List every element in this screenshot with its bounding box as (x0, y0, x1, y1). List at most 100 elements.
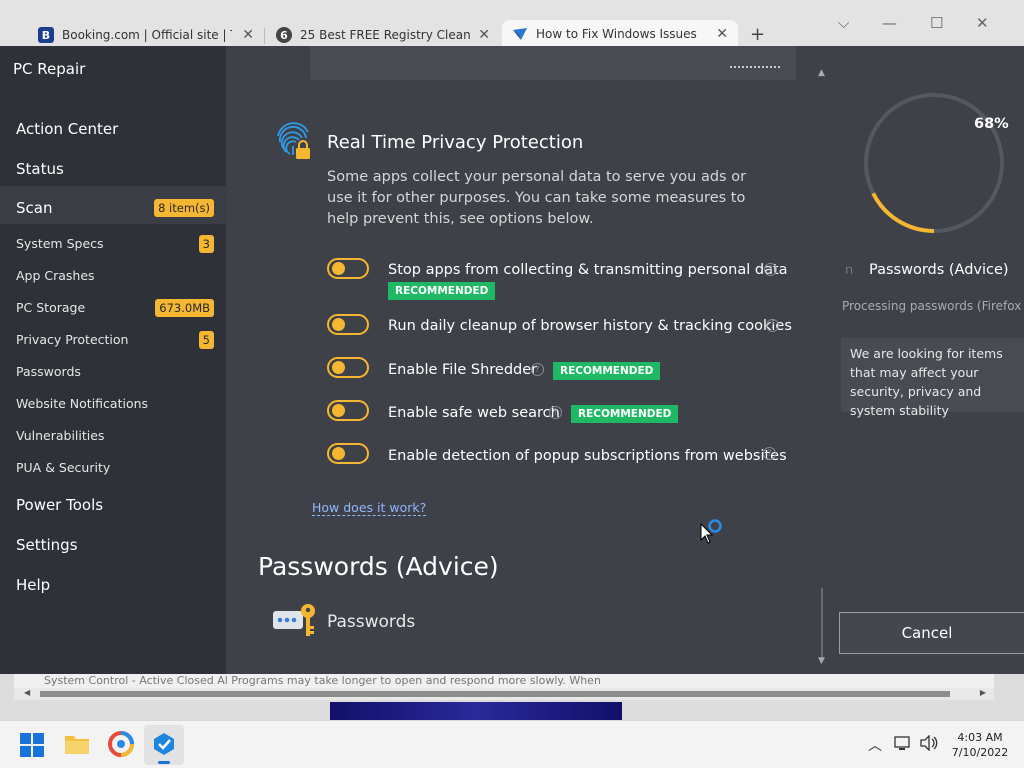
help-icon[interactable]: ? (549, 406, 562, 419)
how-does-it-work-link[interactable]: How does it work? (312, 500, 427, 516)
horizontal-scroll-thumb[interactable] (40, 691, 950, 697)
pc-repair-taskbar-button[interactable] (144, 725, 184, 765)
tab-booking[interactable]: B Booking.com | Official site | The b ✕ (30, 22, 264, 48)
content-scrollbar[interactable]: ▲ ▼ (816, 68, 828, 674)
row-ellipsis (730, 66, 780, 68)
nav-pc-storage[interactable]: PC Storage (16, 300, 85, 315)
nav-scan-row[interactable]: Scan 8 item(s) (0, 186, 226, 224)
recommended-badge: RECOMMENDED (571, 405, 679, 423)
toggle-stop-data-collection[interactable] (327, 258, 369, 279)
minimize-button[interactable]: — (882, 14, 897, 32)
pc-storage-badge: 673.0MB (155, 299, 214, 317)
page-image-fragment (330, 702, 622, 720)
maximize-button[interactable]: ☐ (930, 14, 943, 32)
site-favicon: 6 (276, 27, 292, 43)
scan-count-badge: 8 item(s) (154, 199, 214, 217)
fingerprint-lock-icon (274, 122, 314, 162)
nav-passwords[interactable]: Passwords (16, 364, 81, 379)
option-label: Enable safe web search (388, 405, 560, 421)
nav-system-specs[interactable]: System Specs (16, 236, 104, 251)
toggle-file-shredder[interactable] (327, 357, 369, 378)
nav-help[interactable]: Help (16, 576, 50, 594)
volume-icon[interactable] (920, 734, 938, 752)
progress-percent: 68% (974, 116, 1009, 132)
privacy-description: Some apps collect your personal data to … (327, 169, 747, 227)
option-label: Enable File Shredder (388, 362, 538, 378)
browser-app-icon[interactable] (108, 731, 134, 757)
recommended-badge: RECOMMENDED (553, 362, 661, 380)
clock[interactable]: 4:03 AM 7/10/2022 (950, 730, 1010, 760)
nav-power-tools[interactable]: Power Tools (16, 496, 103, 514)
pc-repair-window: PC Repair Action Center Status Scan 8 it… (0, 46, 1024, 674)
close-tab-icon[interactable]: ✕ (242, 27, 254, 43)
tab-title: 25 Best FREE Registry Cleaners fo (300, 28, 470, 42)
show-hidden-icons-chevron-icon[interactable]: ︿ (868, 735, 882, 755)
nav-action-center[interactable]: Action Center (16, 120, 118, 138)
scroll-right-arrow-icon[interactable]: ▶ (980, 688, 986, 697)
nav-pua-security[interactable]: PUA & Security (16, 460, 110, 475)
help-icon[interactable]: ? (763, 447, 776, 460)
nav-app-crashes[interactable]: App Crashes (16, 268, 95, 283)
nav-privacy-protection[interactable]: Privacy Protection (16, 332, 128, 347)
scroll-left-arrow-icon[interactable]: ◀ (24, 688, 30, 697)
sidebar: PC Repair Action Center Status Scan 8 it… (0, 46, 226, 674)
tab-fix-windows[interactable]: How to Fix Windows Issues ✕ (502, 20, 738, 48)
help-icon[interactable]: ? (764, 263, 777, 276)
page-text-fragment: System Control - Active Closed Al Progra… (14, 674, 994, 688)
active-app-indicator (158, 761, 170, 764)
close-tab-icon[interactable]: ✕ (478, 27, 490, 43)
scroll-down-arrow-icon[interactable]: ▼ (818, 656, 825, 666)
option-label: Run daily cleanup of browser history & t… (388, 318, 792, 334)
app-title: PC Repair (13, 60, 86, 78)
cancel-button[interactable]: Cancel (839, 612, 1024, 654)
windows-start-icon[interactable] (20, 733, 44, 757)
close-tab-icon[interactable]: ✕ (716, 26, 728, 42)
help-icon[interactable]: ? (766, 319, 779, 332)
horizontal-scrollbar[interactable]: ◀ ▶ (14, 688, 994, 700)
tab-registry-cleaners[interactable]: 6 25 Best FREE Registry Cleaners fo ✕ (268, 22, 500, 48)
busy-cursor-icon (700, 518, 724, 552)
close-window-button[interactable]: ✕ (976, 14, 989, 32)
tab-search-dropdown-icon[interactable]: ⌵ (838, 14, 849, 32)
option-label: Stop apps from collecting & transmitting… (388, 262, 788, 278)
browser-tab-strip: B Booking.com | Official site | The b ✕ … (0, 0, 1024, 48)
nav-settings[interactable]: Settings (16, 536, 78, 554)
tab-title: Booking.com | Official site | The b (62, 28, 232, 42)
tab-divider (264, 28, 265, 44)
previous-item-row (310, 46, 796, 80)
nav-website-notifications[interactable]: Website Notifications (16, 396, 148, 411)
recommended-badge: RECOMMENDED (388, 282, 496, 300)
network-icon[interactable] (894, 736, 912, 751)
windows-taskbar: ︿ 4:03 AM 7/10/2022 (0, 720, 1024, 768)
nav-vulnerabilities[interactable]: Vulnerabilities (16, 428, 104, 443)
privacy-heading: Real Time Privacy Protection (327, 132, 584, 153)
scroll-thumb[interactable] (821, 588, 823, 658)
progress-ring (864, 93, 1004, 233)
task-prefix-fragment: n (845, 263, 854, 278)
scan-results-panel: Real Time Privacy Protection Some apps c… (226, 46, 831, 674)
clock-time: 4:03 AM (957, 731, 1003, 744)
processing-status: Processing passwords (Firefox brows (842, 299, 1024, 313)
toggle-daily-cleanup[interactable] (327, 314, 369, 335)
toggle-popup-detection[interactable] (327, 443, 369, 464)
booking-favicon: B (38, 27, 54, 43)
password-key-icon (272, 602, 318, 638)
pc-repair-app-icon (154, 733, 174, 755)
option-label: Enable detection of popup subscriptions … (388, 448, 787, 464)
privacy-protection-badge: 5 (198, 331, 214, 349)
tab-title: How to Fix Windows Issues (536, 27, 697, 41)
nav-scan[interactable]: Scan (16, 199, 52, 217)
toggle-safe-web-search[interactable] (327, 400, 369, 421)
scroll-up-arrow-icon[interactable]: ▲ (818, 68, 825, 78)
system-specs-badge: 3 (198, 235, 214, 253)
scan-info-box: We are looking for items that may affect… (841, 338, 1024, 418)
passwords-item-label: Passwords (327, 612, 416, 632)
clock-date: 7/10/2022 (951, 746, 1009, 759)
new-tab-button[interactable]: + (750, 24, 765, 45)
file-explorer-icon[interactable] (64, 733, 90, 755)
help-icon[interactable]: ? (531, 363, 544, 376)
nav-status[interactable]: Status (16, 160, 64, 178)
browser-page-bottom: System Control - Active Closed Al Progra… (0, 674, 1024, 720)
current-task-title: Passwords (Advice) (869, 262, 1009, 278)
fortect-favicon (512, 26, 528, 42)
